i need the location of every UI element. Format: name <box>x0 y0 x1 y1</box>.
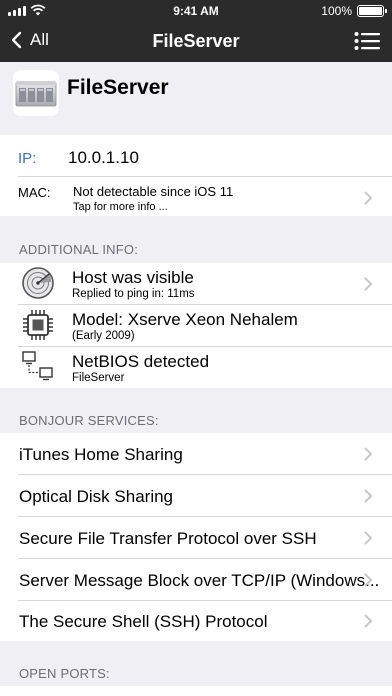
info-title: Host was visible <box>72 268 194 287</box>
bonjour-service-item[interactable]: The Secure Shell (SSH) Protocol <box>0 601 392 641</box>
network-computers-icon <box>22 351 53 381</box>
open-ports-header: OPEN PORTS: <box>19 666 110 681</box>
radar-icon <box>22 267 54 299</box>
service-label: Secure File Transfer Protocol over SSH <box>19 529 317 548</box>
info-row-host-visible[interactable]: Host was visible Replied to ping in: 11m… <box>0 263 392 304</box>
nav-title: FileServer <box>152 31 240 51</box>
bonjour-services-header: BONJOUR SERVICES: <box>19 413 159 428</box>
ip-label: IP: <box>18 150 37 167</box>
bonjour-service-item[interactable]: iTunes Home Sharing <box>0 433 392 474</box>
bonjour-service-item[interactable]: Optical Disk Sharing <box>0 475 392 516</box>
service-label: Server Message Block over TCP/IP (Window… <box>19 571 380 590</box>
mac-hint: Tap for more info ... <box>73 201 168 213</box>
battery-icon <box>357 5 387 17</box>
info-title: NetBIOS detected <box>72 352 210 371</box>
bonjour-services-card: iTunes Home Sharing Optical Disk Sharing… <box>0 433 392 641</box>
info-subtitle: FileServer <box>72 372 125 384</box>
device-name: FileServer <box>67 76 169 99</box>
server-rack-icon <box>13 70 59 116</box>
chevron-right-icon <box>364 489 373 503</box>
chevron-right-icon <box>364 531 373 545</box>
bonjour-service-item[interactable]: Server Message Block over TCP/IP (Window… <box>0 559 392 600</box>
mac-label: MAC: <box>18 185 51 200</box>
info-subtitle: (Early 2009) <box>72 330 135 342</box>
info-row-model: Model: Xserve Xeon Nehalem (Early 2009) <box>0 305 392 346</box>
chevron-right-icon <box>364 614 373 628</box>
service-label: The Secure Shell (SSH) Protocol <box>19 612 268 631</box>
battery-percentage: 100% <box>321 4 352 18</box>
info-row-netbios: NetBIOS detected FileServer <box>0 347 392 388</box>
back-button[interactable]: All <box>10 30 49 50</box>
chevron-right-icon <box>364 573 373 587</box>
service-label: Optical Disk Sharing <box>19 487 174 506</box>
mac-value: Not detectable since iOS 11 <box>73 184 234 199</box>
device-header: FileServer <box>0 62 392 135</box>
chevron-right-icon <box>364 447 373 461</box>
info-title: Model: Xserve Xeon Nehalem <box>72 310 298 329</box>
navigation-bar: All FileServer <box>0 22 392 62</box>
mac-row[interactable]: MAC: Not detectable since iOS 11 Tap for… <box>0 177 392 216</box>
additional-info-card: Host was visible Replied to ping in: 11m… <box>0 263 392 388</box>
cpu-chip-icon <box>23 310 53 340</box>
open-ports-card <box>0 686 392 696</box>
back-button-label: All <box>30 30 49 49</box>
status-bar: 9:41 AM 100% <box>0 0 392 22</box>
bonjour-service-item[interactable]: Secure File Transfer Protocol over SSH <box>0 517 392 558</box>
address-card: IP: 10.0.1.10 MAC: Not detectable since … <box>0 135 392 216</box>
chevron-right-icon <box>364 191 373 205</box>
service-label: iTunes Home Sharing <box>19 445 183 464</box>
list-menu-button[interactable] <box>354 31 380 51</box>
chevron-right-icon <box>364 277 373 291</box>
info-subtitle: Replied to ping in: 11ms <box>72 288 195 300</box>
ip-value: 10.0.1.10 <box>68 148 139 167</box>
additional-info-header: ADDITIONAL INFO: <box>19 242 139 257</box>
chevron-left-icon <box>11 31 22 49</box>
ip-row: IP: 10.0.1.10 <box>0 135 392 176</box>
